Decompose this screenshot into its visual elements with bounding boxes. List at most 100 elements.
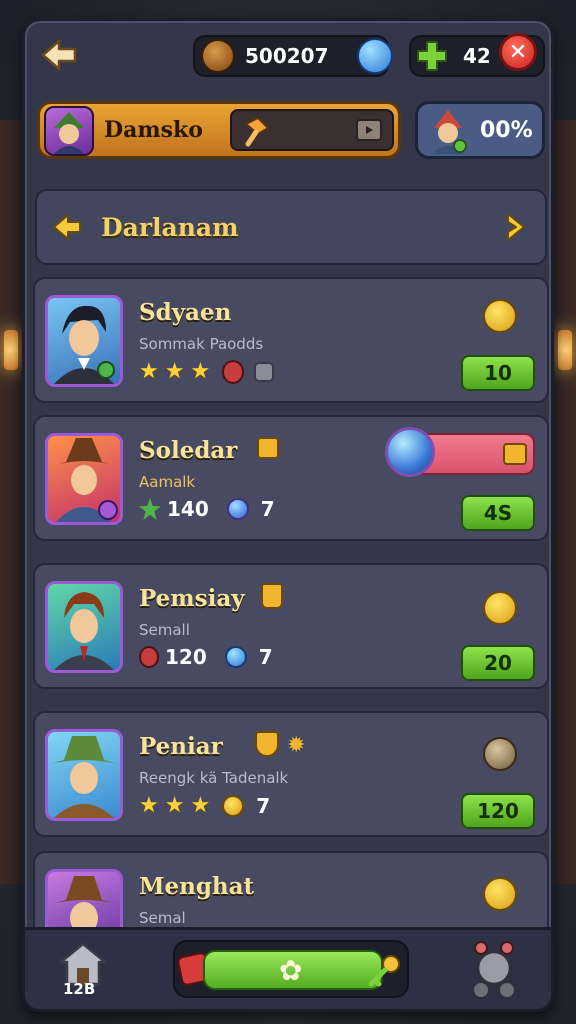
category-next-button[interactable] [495, 207, 535, 247]
acorn-icon [201, 39, 235, 73]
background-lamp [4, 330, 18, 370]
character-subtitle: Semal [139, 909, 186, 927]
slot-play-icon[interactable] [356, 119, 382, 141]
background-lamp [558, 330, 572, 370]
character-portrait-icon [54, 112, 84, 154]
gem-amount: 42 [463, 44, 491, 68]
chevron-right-icon [507, 213, 525, 241]
player-avatar[interactable] [44, 106, 94, 156]
star-icon: ★ [139, 359, 159, 384]
robot-icon [472, 941, 516, 999]
player-bar: Damsko [37, 101, 401, 159]
strawberry-icon [222, 359, 245, 384]
buy-button[interactable]: 4S [461, 495, 535, 531]
character-subtitle: Aamalk [139, 473, 196, 491]
list-item[interactable]: Sdyaen Sommak Paodds ★ ★ ★ 10 [33, 277, 549, 403]
character-stats: 120 7 [139, 645, 273, 669]
buy-button[interactable]: 120 [461, 793, 535, 829]
hammer-icon [244, 116, 270, 147]
robot-button[interactable] [467, 938, 521, 1002]
star-icon: ★ [190, 793, 211, 818]
coin-amount: 500207 [245, 44, 329, 68]
character-portrait [45, 433, 123, 525]
completion-box: 00% [415, 101, 545, 159]
coin-icon [483, 591, 517, 625]
shield-icon [255, 731, 279, 757]
character-name: Soledar [139, 437, 238, 464]
character-stats: 140 7 [139, 497, 275, 521]
character-portrait [45, 581, 123, 673]
completion-percent: 00% [480, 118, 533, 143]
category-selector: Darlanam [35, 189, 547, 265]
strawberry-icon [139, 646, 159, 668]
category-title: Darlanam [101, 213, 239, 242]
back-arrow-icon [41, 39, 77, 71]
gift-icon [257, 437, 279, 459]
character-portrait [45, 295, 123, 387]
play-button[interactable]: ✿ [203, 950, 383, 990]
flower-icon: ✿ [279, 954, 303, 987]
buy-button[interactable]: 20 [461, 645, 535, 681]
stat-gems: 7 [260, 497, 275, 521]
price-label: 4S [483, 501, 513, 525]
close-icon: ✕ [508, 39, 528, 65]
coin-icon [483, 877, 517, 911]
coin-icon [222, 794, 245, 817]
gem-icon [226, 498, 249, 520]
list-item[interactable]: Soledar Aamalk 140 7 4S [33, 415, 549, 541]
price-label: 120 [477, 799, 519, 823]
character-subtitle: Reengk kä Tadenalk [139, 769, 289, 787]
character-subtitle: Sommak Paodds [139, 335, 264, 353]
price-label: 20 [484, 651, 512, 675]
arrow-left-icon [53, 214, 81, 240]
price-label: 10 [484, 361, 512, 385]
robot-icon [254, 361, 275, 382]
top-bar: 500207 42 ✕ [25, 21, 551, 99]
character-stats: ★ ★ ★ 7 [139, 793, 270, 818]
star-icon: ★ [139, 793, 159, 818]
character-portrait-icon [432, 110, 467, 154]
cog-icon [483, 737, 517, 771]
character-name: Peniar [139, 733, 223, 760]
plus-icon[interactable] [415, 39, 449, 73]
gift-icon [503, 443, 527, 465]
shop-panel: 500207 42 ✕ Damsko 00% Darlanam Sdyaen S… [22, 18, 554, 1012]
stat-power: 140 [167, 497, 209, 521]
leaf-star-icon [139, 498, 161, 520]
character-portrait-icon [52, 438, 118, 522]
character-stats: ★ ★ ★ [139, 359, 275, 384]
bucket-icon [261, 583, 283, 609]
character-name: Sdyaen [139, 299, 232, 326]
coin-counter: 500207 [193, 35, 393, 77]
character-portrait-icon [54, 305, 115, 384]
star-icon: ★ [164, 359, 185, 384]
list-item[interactable]: Peniar ✹ Reengk kä Tadenalk ★ ★ ★ 7 120 [33, 711, 549, 837]
buy-button[interactable]: 10 [461, 355, 535, 391]
character-subtitle: Semall [139, 621, 190, 639]
category-prev-button[interactable] [47, 207, 87, 247]
stat-gems: 7 [258, 645, 273, 669]
coin-icon [483, 299, 517, 333]
player-name: Damsko [104, 117, 203, 143]
star-icon: ★ [164, 793, 185, 818]
character-portrait [45, 729, 123, 821]
close-button[interactable]: ✕ [499, 33, 537, 71]
list-item[interactable]: Pemsiay Semall 120 7 20 [33, 563, 549, 689]
character-name: Pemsiay [139, 585, 245, 612]
character-portrait-icon [54, 592, 114, 670]
star-icon: ★ [190, 359, 211, 384]
stat-power: 120 [165, 645, 207, 669]
key-icon [368, 955, 400, 987]
character-name: Menghat [139, 873, 255, 900]
player-progress-slot [230, 109, 394, 151]
magic-orb-icon [385, 427, 435, 477]
bottom-nav: 12B ✿ [25, 927, 551, 1009]
stat-gems: 7 [256, 793, 271, 818]
blue-orb-icon [357, 38, 393, 74]
character-portrait-icon [50, 736, 118, 818]
back-button[interactable] [37, 33, 81, 77]
gear-icon: ✹ [287, 733, 306, 758]
house-label: 12B [63, 980, 96, 998]
gem-icon [224, 646, 247, 668]
action-bar: ✿ [173, 940, 409, 998]
